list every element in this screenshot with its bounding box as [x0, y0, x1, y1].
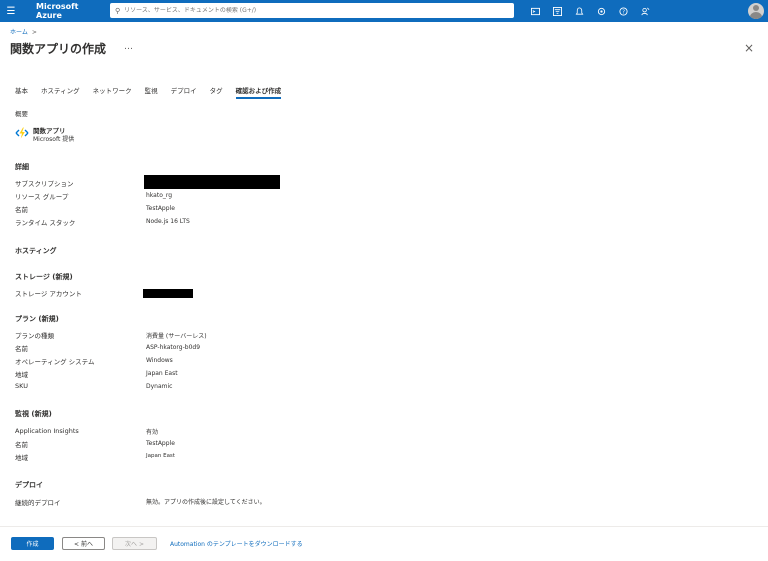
resource-group-value: hkato_rg [146, 192, 173, 199]
monitoring-heading: 監視 (新規) [15, 410, 52, 418]
footer-divider [0, 526, 768, 527]
tab-deployment[interactable]: デプロイ [171, 85, 197, 99]
continuous-deploy-label: 継続的デプロイ [15, 499, 61, 507]
subscription-label: サブスクリプション [15, 180, 74, 188]
storage-heading: ストレージ (新規) [15, 273, 73, 281]
product-provider: Microsoft 提供 [33, 136, 75, 143]
tab-review-create[interactable]: 確認および作成 [235, 85, 281, 99]
app-insights-label: Application Insights [15, 427, 79, 435]
tab-hosting[interactable]: ホスティング [41, 85, 80, 99]
plan-type-label: プランの種類 [15, 332, 54, 340]
hamburger-menu-icon[interactable]: ☰ [0, 0, 22, 22]
redacted-subscription [144, 175, 280, 189]
summary-heading: 概要 [15, 110, 28, 118]
plan-heading: プラン (新規) [15, 315, 59, 323]
directory-filter-icon[interactable] [546, 0, 568, 22]
page-title: 関数アプリの作成 [10, 42, 107, 56]
os-label: オペレーティング システム [15, 358, 95, 366]
plan-name-value: ASP-hkatorg-b0d9 [146, 344, 201, 351]
tab-monitoring[interactable]: 監視 [145, 85, 158, 99]
breadcrumb-separator: > [31, 29, 37, 36]
tab-basics[interactable]: 基本 [15, 85, 28, 99]
sku-value: Dynamic [146, 383, 173, 390]
resource-group-label: リソース グループ [15, 193, 69, 201]
tab-networking[interactable]: ネットワーク [93, 85, 132, 99]
redacted-storage-account [143, 289, 193, 298]
settings-icon[interactable] [590, 0, 612, 22]
storage-account-label: ストレージ アカウント [15, 290, 82, 298]
breadcrumb: ホーム > [10, 27, 37, 36]
name-value: TestApple [146, 205, 175, 212]
monitoring-region-label: 地域 [15, 454, 28, 462]
global-search[interactable]: ⚲ [110, 3, 514, 18]
breadcrumb-home-link[interactable]: ホーム [10, 29, 28, 36]
top-bar-icons: ? [524, 0, 656, 22]
monitoring-name-label: 名前 [15, 441, 28, 449]
search-input[interactable] [124, 7, 514, 14]
close-icon[interactable]: × [744, 41, 754, 55]
sku-label: SKU [15, 382, 28, 390]
name-label: 名前 [15, 206, 28, 214]
monitoring-name-value: TestApple [146, 440, 175, 447]
hosting-heading: ホスティング [15, 247, 57, 255]
notifications-icon[interactable] [568, 0, 590, 22]
function-app-icon [15, 127, 29, 139]
top-bar: ☰ Microsoft Azure ⚲ ? [0, 0, 768, 22]
previous-button[interactable]: < 前へ [62, 537, 105, 550]
runtime-stack-label: ランタイム スタック [15, 219, 76, 227]
help-icon[interactable]: ? [612, 0, 634, 22]
feedback-icon[interactable] [634, 0, 656, 22]
runtime-stack-value: Node.js 16 LTS [146, 218, 190, 225]
create-button[interactable]: 作成 [11, 537, 54, 550]
deploy-heading: デプロイ [15, 481, 43, 489]
details-heading: 詳細 [15, 163, 29, 171]
brand-title[interactable]: Microsoft Azure [36, 2, 106, 20]
app-insights-value: 有効 [146, 429, 159, 436]
cloud-shell-icon[interactable] [524, 0, 546, 22]
continuous-deploy-value: 無効。アプリの作成後に設定してください。 [146, 499, 266, 506]
plan-name-label: 名前 [15, 345, 28, 353]
wizard-tabs: 基本 ホスティング ネットワーク 監視 デプロイ タグ 確認および作成 [15, 85, 294, 99]
search-icon: ⚲ [115, 6, 121, 15]
plan-region-label: 地域 [15, 371, 28, 379]
svg-text:?: ? [622, 9, 625, 15]
download-template-link[interactable]: Automation のテンプレートをダウンロードする [170, 539, 303, 548]
os-value: Windows [146, 357, 173, 364]
avatar[interactable] [748, 3, 764, 19]
monitoring-region-value: Japan East [146, 453, 175, 459]
more-options-icon[interactable]: … [124, 42, 133, 52]
plan-region-value: Japan East [146, 370, 178, 377]
next-button: 次へ > [112, 537, 157, 550]
plan-type-value: 消費量 (サーバーレス) [146, 333, 207, 340]
tab-tags[interactable]: タグ [210, 85, 223, 99]
